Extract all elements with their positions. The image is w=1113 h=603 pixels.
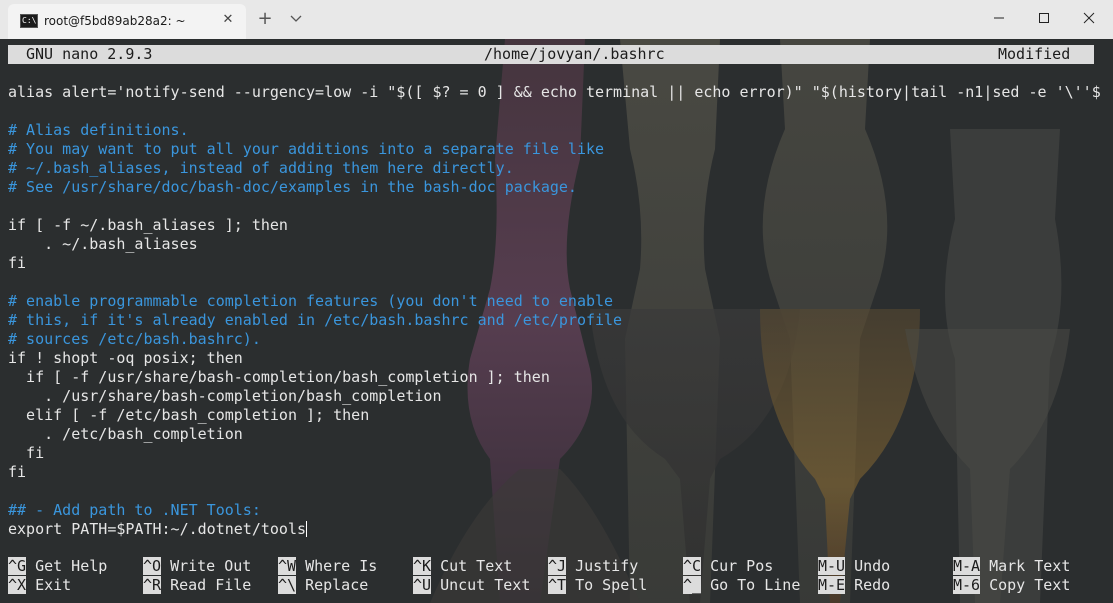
shortcut-label: Where Is — [305, 557, 378, 575]
comment-line: # sources /etc/bash.bashrc). — [8, 330, 261, 348]
shortcut-key: ^R — [143, 576, 162, 594]
close-icon — [1083, 12, 1095, 23]
code-line: . ~/.bash_aliases — [8, 235, 198, 253]
shortcut-replace[interactable]: ^\ Replace — [278, 576, 368, 595]
code-line: fi — [8, 444, 45, 462]
shortcut-label: Redo — [854, 576, 891, 594]
shortcut-label: Cut Text — [440, 557, 513, 575]
comment-line: # Alias definitions. — [8, 121, 189, 139]
shortcut-key: M-A — [953, 557, 981, 575]
shortcut-get-help[interactable]: ^G Get Help — [8, 557, 107, 576]
tab-dropdown-chevron-down-icon[interactable] — [285, 8, 307, 30]
nano-title-bar: GNU nano 2.9.3 /home/jovyan/.bashrc Modi… — [8, 45, 1094, 64]
shortcut-key: M-U — [818, 557, 846, 575]
shortcut-label: Uncut Text — [440, 576, 531, 594]
shortcut-key: ^T — [548, 576, 567, 594]
comment-line: # You may want to put all your additions… — [8, 140, 605, 158]
comment-line: # See /usr/share/doc/bash-doc/examples i… — [8, 178, 577, 196]
shortcut-read-file[interactable]: ^R Read File — [143, 576, 251, 595]
shortcut-key: ^W — [278, 557, 297, 575]
shortcut-label: Mark Text — [989, 557, 1071, 575]
text-cursor — [306, 521, 308, 537]
terminal-tab[interactable]: C:\ root@f5bd89ab28a2: ~ ✕ — [8, 4, 246, 39]
code-line: export PATH=$PATH:~/.dotnet/tools — [8, 520, 308, 538]
minimize-button[interactable] — [976, 0, 1022, 36]
shortcut-label: Exit — [35, 576, 72, 594]
shortcut-mark-text[interactable]: M-A Mark Text — [953, 557, 1070, 576]
new-tab-plus-icon[interactable]: + — [254, 8, 276, 30]
shortcut-label: Replace — [305, 576, 369, 594]
maximize-icon — [1039, 12, 1049, 23]
shortcut-cut-text[interactable]: ^K Cut Text — [413, 557, 512, 576]
terminal-icon: C:\ — [20, 14, 38, 28]
code-line: fi — [8, 254, 27, 272]
shortcut-key: ^G — [8, 557, 27, 575]
chevron-down-icon — [290, 15, 302, 22]
comment-line: ## - Add path to .NET Tools: — [8, 501, 261, 519]
shortcut-label: To Spell — [575, 576, 648, 594]
close-window-button[interactable] — [1066, 0, 1112, 36]
nano-version: GNU nano 2.9.3 — [26, 45, 153, 63]
shortcut-uncut-text[interactable]: ^U Uncut Text — [413, 576, 530, 595]
code-line: . /etc/bash_completion — [8, 425, 243, 443]
comment-line: # this, if it's already enabled in /etc/… — [8, 311, 623, 329]
shortcut-key: M-E — [818, 576, 846, 594]
maximize-button[interactable] — [1021, 0, 1067, 36]
code-line: if [ -f ~/.bash_aliases ]; then — [8, 216, 288, 234]
tab-title: root@f5bd89ab28a2: ~ — [44, 14, 186, 28]
shortcut-to-spell[interactable]: ^T To Spell — [548, 576, 647, 595]
shortcut-key: ^K — [413, 557, 432, 575]
shortcut-label: Undo — [854, 557, 891, 575]
shortcut-key: ^O — [143, 557, 162, 575]
code-line: fi — [8, 463, 27, 481]
shortcut-copy-text[interactable]: M-6 Copy Text — [953, 576, 1070, 595]
code-line: . /usr/share/bash-completion/bash_comple… — [8, 387, 442, 405]
shortcut-key: ^J — [548, 557, 567, 575]
nano-shortcut-bar: ^G Get Help ^O Write Out ^W Where Is ^K Cut Tex… — [8, 557, 1108, 597]
shortcut-label: Copy Text — [989, 576, 1071, 594]
minimize-icon — [994, 17, 1004, 18]
shortcut-exit[interactable]: ^X Exit — [8, 576, 71, 595]
shortcut-justify[interactable]: ^J Justify — [548, 557, 638, 576]
comment-line: # enable programmable completion feature… — [8, 292, 614, 310]
code-line: if ! shopt -oq posix; then — [8, 349, 243, 367]
shortcut-label: Go To Line — [710, 576, 801, 594]
code-line: alias alert='notify-send --urgency=low -… — [8, 83, 1101, 101]
shortcut-key: ^C — [683, 557, 702, 575]
code-line: if [ -f /usr/share/bash-completion/bash_… — [8, 368, 550, 386]
shortcut-go-to-line[interactable]: ^_ Go To Line — [683, 576, 800, 595]
nano-modified-status: Modified — [998, 45, 1071, 63]
shortcut-label: Get Help — [35, 557, 108, 575]
shortcut-key: M-6 — [953, 576, 981, 594]
shortcut-undo[interactable]: M-U Undo — [818, 557, 890, 576]
editor-buffer[interactable]: alias alert='notify-send --urgency=low -… — [8, 83, 1113, 539]
code-line: elif [ -f /etc/bash_completion ]; then — [8, 406, 370, 424]
shortcut-label: Read File — [170, 576, 252, 594]
shortcut-where-is[interactable]: ^W Where Is — [278, 557, 377, 576]
shortcut-key: ^U — [413, 576, 432, 594]
nano-filename: /home/jovyan/.bashrc — [484, 45, 665, 63]
shortcut-key: ^X — [8, 576, 27, 594]
close-tab-icon[interactable]: ✕ — [218, 10, 238, 30]
shortcut-redo[interactable]: M-E Redo — [818, 576, 890, 595]
shortcut-cur-pos[interactable]: ^C Cur Pos — [683, 557, 773, 576]
shortcut-label: Justify — [575, 557, 639, 575]
window-titlebar: C:\ root@f5bd89ab28a2: ~ ✕ + — [0, 0, 1113, 39]
shortcut-label: Cur Pos — [710, 557, 774, 575]
shortcut-write-out[interactable]: ^O Write Out — [143, 557, 251, 576]
comment-line: # ~/.bash_aliases, instead of adding the… — [8, 159, 514, 177]
shortcut-key: ^_ — [683, 576, 702, 594]
terminal-pane[interactable]: GNU nano 2.9.3 /home/jovyan/.bashrc Modi… — [0, 39, 1113, 603]
shortcut-label: Write Out — [170, 557, 252, 575]
shortcut-key: ^\ — [278, 576, 297, 594]
